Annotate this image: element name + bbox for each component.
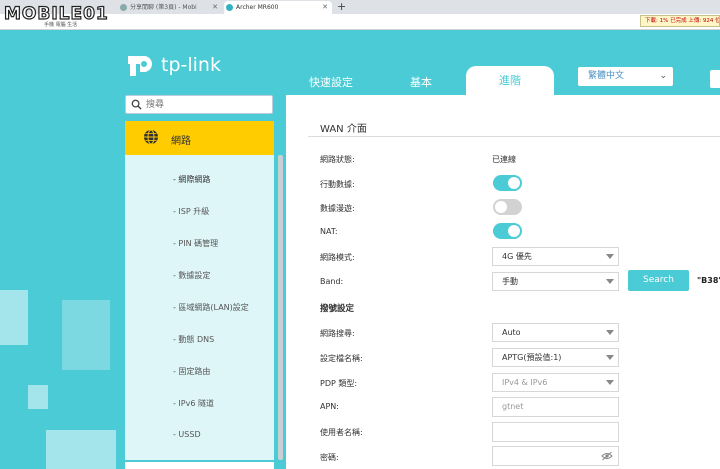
section-title: WAN 介面 <box>320 124 367 135</box>
search-icon <box>131 99 142 110</box>
globe-icon <box>144 129 158 145</box>
sidebar-item-static-routing[interactable]: - 固定路由 <box>173 366 210 377</box>
sidebar-search[interactable] <box>125 95 273 114</box>
decorative-square <box>62 300 110 370</box>
search-input[interactable] <box>146 98 266 112</box>
apn-value: gtnet <box>502 402 524 411</box>
sidebar-item-network[interactable]: 網路 <box>125 121 274 155</box>
toggle-knob <box>495 201 507 213</box>
new-tab-icon[interactable]: + <box>337 0 346 14</box>
chevron-down-icon <box>606 254 614 259</box>
decorative-square <box>28 385 48 409</box>
band-select[interactable]: 手動 <box>492 272 619 291</box>
sidebar-item-isp-upgrade[interactable]: - ISP 升級 <box>173 206 209 217</box>
watermark-subtitle: 手機 電腦 生活 <box>44 22 78 28</box>
tp-link-logo[interactable]: tp-link <box>126 48 236 84</box>
sidebar-item-label: 網路 <box>171 136 191 147</box>
username-field[interactable] <box>492 422 619 442</box>
sidebar-item-lan-settings[interactable]: - 區域網路(LAN)設定 <box>173 302 249 313</box>
mobile-data-label: 行動數據: <box>320 180 355 189</box>
browser-tab-archer[interactable]: Archer MR600 ✕ <box>224 1 332 14</box>
chevron-down-icon: ⌄ <box>659 71 667 81</box>
password-field[interactable] <box>492 446 619 466</box>
profile-name-value: APTG(預設值:1) <box>502 353 562 362</box>
nat-toggle[interactable] <box>493 223 522 239</box>
network-mode-label: 網路模式: <box>320 253 355 262</box>
tab-advanced[interactable]: 進階 <box>466 66 554 95</box>
nat-label: NAT: <box>320 227 338 236</box>
chevron-down-icon <box>606 279 614 284</box>
network-search-label: 網路搜尋: <box>320 329 355 338</box>
pdp-type-value: IPv4 & IPv6 <box>502 378 548 387</box>
toggle-knob <box>508 225 520 237</box>
tp-link-logo-icon <box>128 56 152 76</box>
dial-settings-heading: 撥號設定 <box>320 304 355 314</box>
band-value: 手動 <box>502 277 518 286</box>
apn-field[interactable]: gtnet <box>492 397 619 417</box>
chevron-down-icon <box>606 380 614 385</box>
data-roaming-toggle[interactable] <box>493 199 522 215</box>
profile-name-label: 設定檔名稱: <box>320 354 363 363</box>
sidebar-item-ipv6-tunnel[interactable]: - IPv6 隧道 <box>173 398 214 409</box>
sidebar-item-internet[interactable]: - 網際網路 <box>173 174 210 185</box>
sidebar-item-ussd[interactable]: - USSD <box>173 430 201 439</box>
main-panel: WAN 介面 網路狀態: 已連線 行動數據: 數據漫遊: NAT: 網路模式: … <box>286 95 720 469</box>
network-search-select[interactable]: Auto <box>492 323 619 342</box>
sidebar-scrollbar[interactable] <box>278 155 283 460</box>
language-value: 繁體中文 <box>588 71 625 81</box>
section-divider <box>308 136 720 137</box>
chevron-down-icon <box>606 355 614 360</box>
sidebar-item-data-settings[interactable]: - 數據設定 <box>173 270 210 281</box>
tab-basic[interactable]: 基本 <box>410 74 432 90</box>
tab-label: 分享閒聊 (第3頁) - Mobi <box>130 4 197 11</box>
sidebar-item-pin-management[interactable]: - PIN 碼管理 <box>173 238 218 249</box>
sidebar-item-dynamic-dns[interactable]: - 動態 DNS <box>173 334 214 345</box>
sidebar-footer <box>125 462 274 469</box>
chevron-down-icon <box>606 330 614 335</box>
network-mode-value: 4G 優先 <box>502 252 532 261</box>
network-status-value: 已連線 <box>492 155 516 164</box>
download-speed-indicator: 下載: 1% 已完成 上傳: 924 位元 <box>640 15 720 27</box>
band-search-button[interactable]: Search <box>628 270 689 291</box>
pdp-type-select[interactable]: IPv4 & IPv6 <box>492 373 619 392</box>
sidebar: 網路 - 網際網路 - ISP 升級 - PIN 碼管理 - 數據設定 - 區域… <box>125 121 274 460</box>
band-note: "B38" <box>697 276 720 285</box>
username-label: 使用者名稱: <box>320 428 363 437</box>
password-label: 密碼: <box>320 453 339 462</box>
header-control-edge[interactable] <box>710 70 720 88</box>
decorative-square <box>0 290 28 345</box>
network-status-label: 網路狀態: <box>320 155 355 164</box>
mobile-data-toggle[interactable] <box>493 175 522 191</box>
mobile01-watermark: MOBILE01 手機 電腦 生活 <box>3 3 134 28</box>
favicon-icon <box>226 4 233 11</box>
network-search-value: Auto <box>502 328 521 337</box>
brand-name: tp-link <box>161 54 221 76</box>
network-mode-select[interactable]: 4G 優先 <box>492 247 619 266</box>
tab-label: Archer MR600 <box>236 4 279 11</box>
band-label: Band: <box>320 277 344 286</box>
data-roaming-label: 數據漫遊: <box>320 204 355 213</box>
close-icon[interactable]: ✕ <box>212 1 218 14</box>
tab-quick-setup[interactable]: 快速設定 <box>309 74 353 90</box>
profile-name-select[interactable]: APTG(預設值:1) <box>492 348 619 367</box>
apn-label: APN: <box>320 402 339 411</box>
decorative-square <box>46 430 116 469</box>
close-icon[interactable]: ✕ <box>322 1 328 14</box>
pdp-type-label: PDP 類型: <box>320 379 358 388</box>
language-select[interactable]: 繁體中文 ⌄ <box>578 67 673 86</box>
toggle-knob <box>508 177 520 189</box>
eye-off-icon[interactable] <box>601 451 613 461</box>
